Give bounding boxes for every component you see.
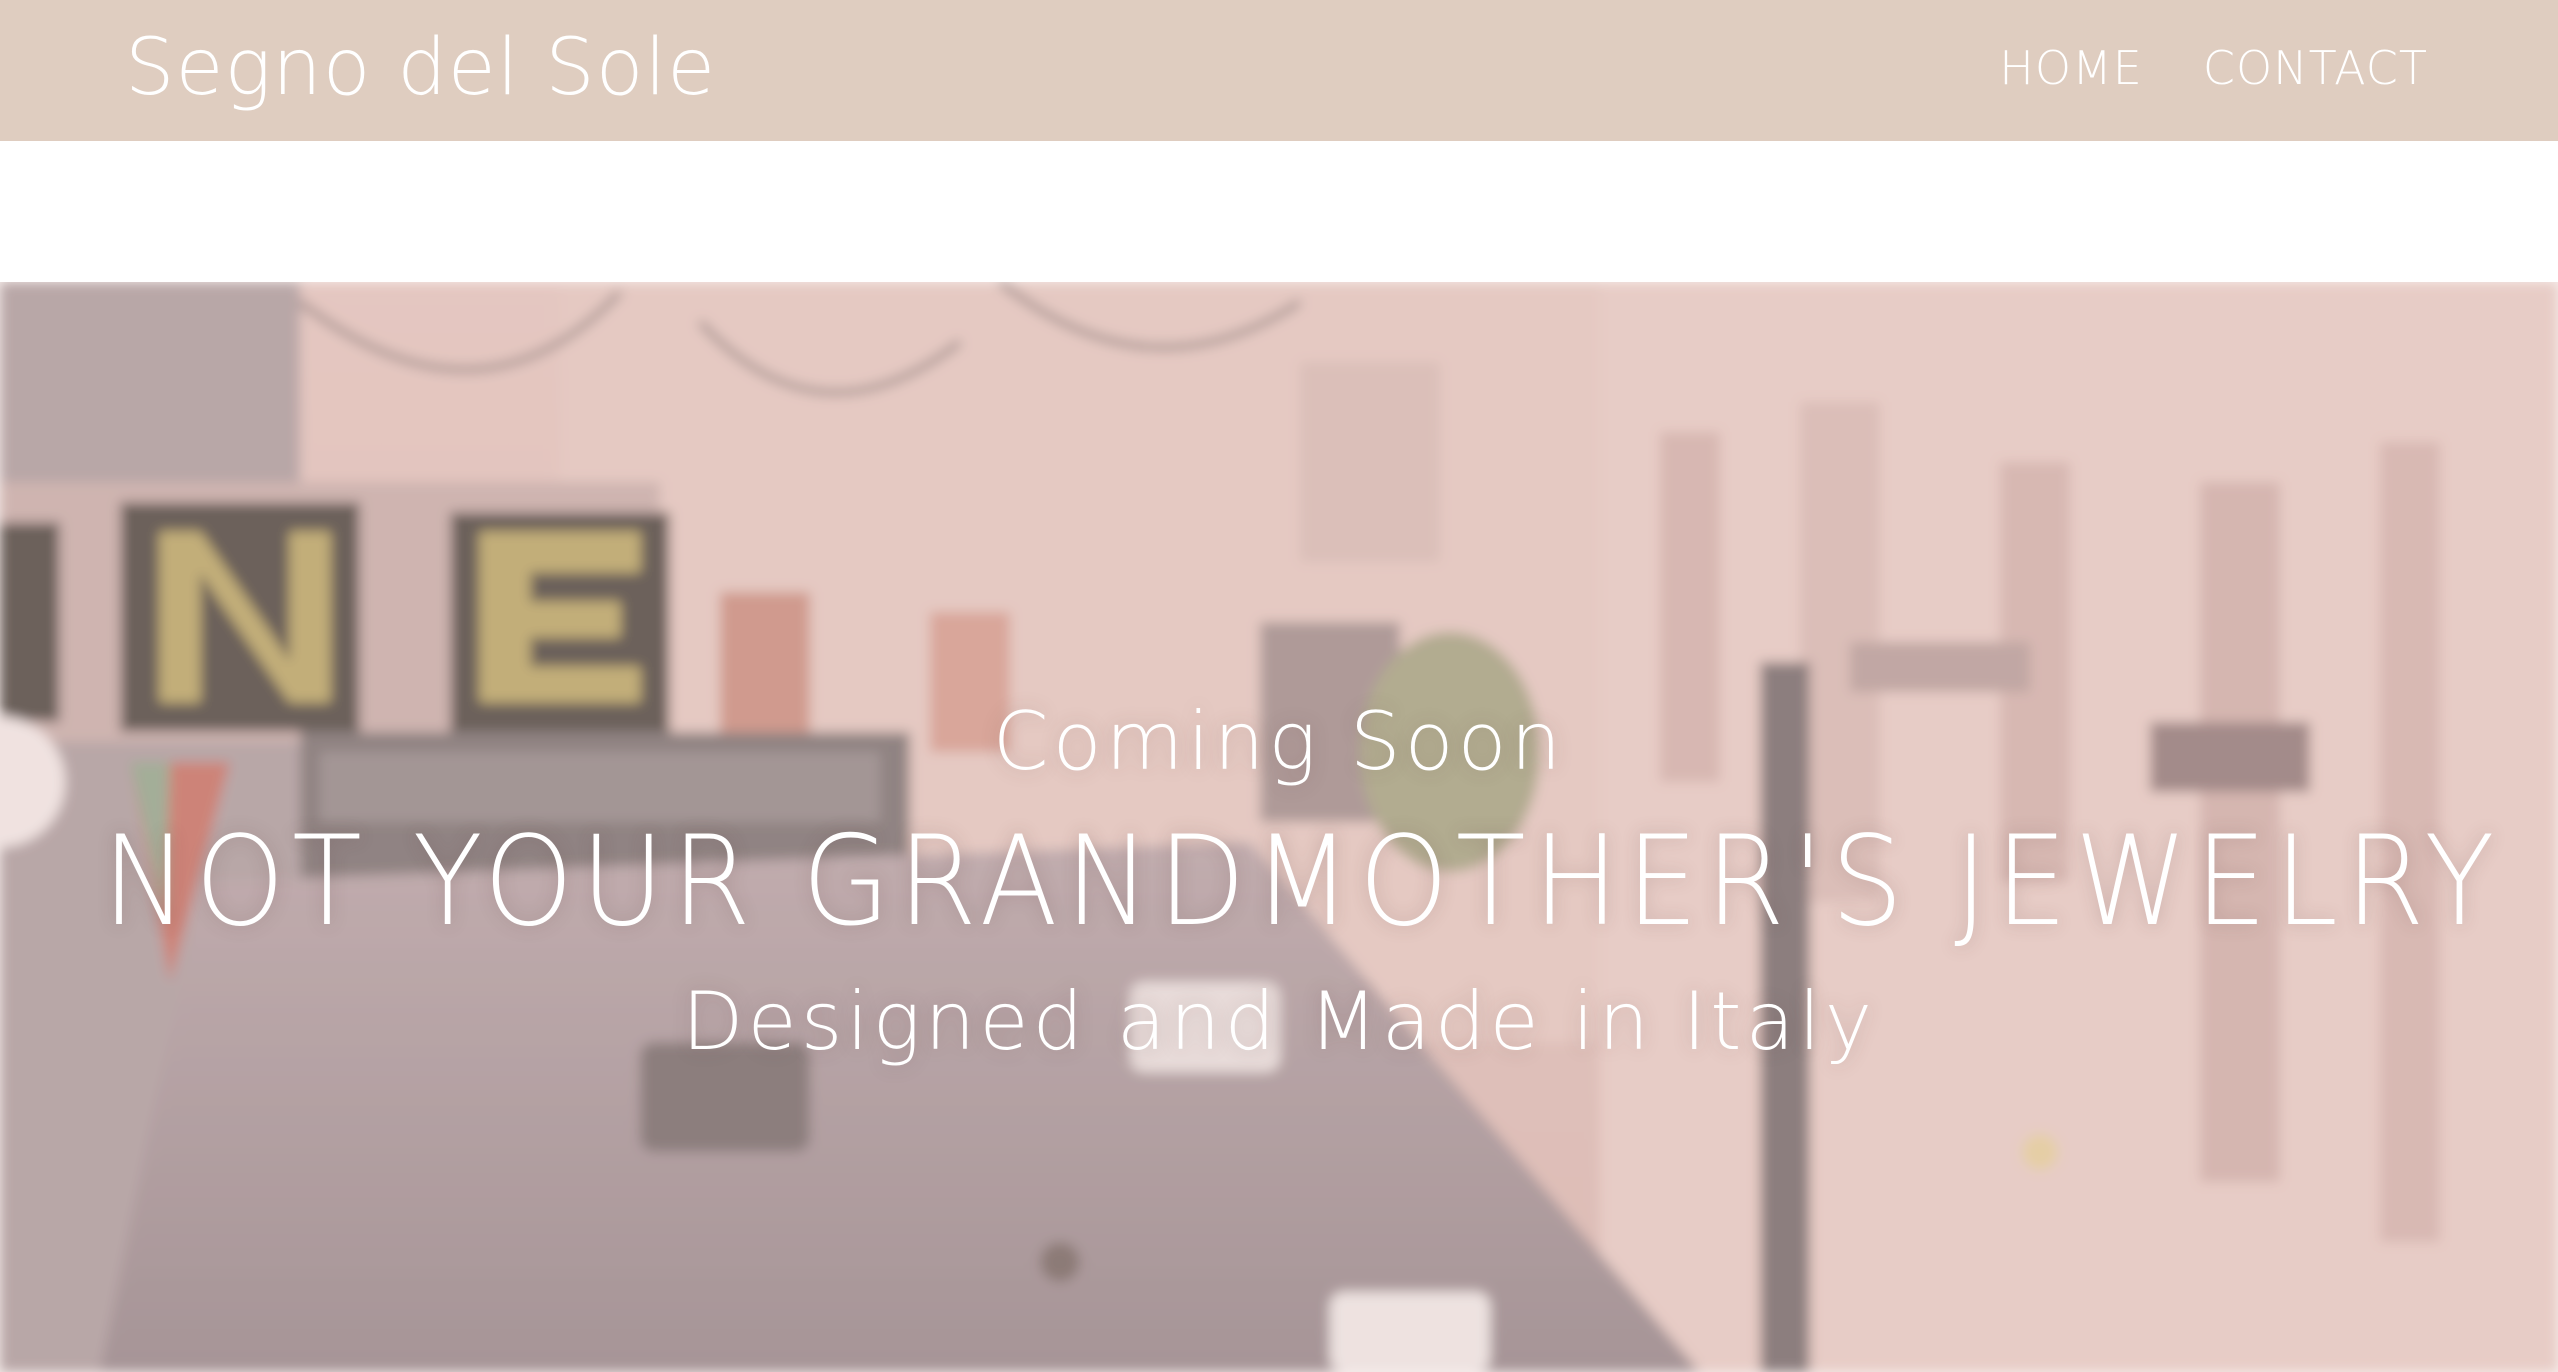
hero-content: Coming Soon NOT YOUR GRANDMOTHER'S JEWEL… [0,282,2558,1372]
site-logo[interactable]: Segno del Sole [125,18,716,118]
hero-section: Coming Soon NOT YOUR GRANDMOTHER'S JEWEL… [0,282,2558,1372]
coming-soon-text: Coming Soon [992,695,1566,788]
hero-tagline: Designed and Made in Italy [681,975,1877,1068]
main-nav: HOME CONTACT [1999,40,2428,96]
site-header: Segno del Sole HOME CONTACT [0,0,2558,141]
nav-contact-link[interactable]: CONTACT [2203,40,2428,96]
header-spacer [0,141,2558,282]
hero-headline: NOT YOUR GRANDMOTHER'S JEWELRY [102,810,2502,954]
nav-home-link[interactable]: HOME [1999,40,2143,96]
